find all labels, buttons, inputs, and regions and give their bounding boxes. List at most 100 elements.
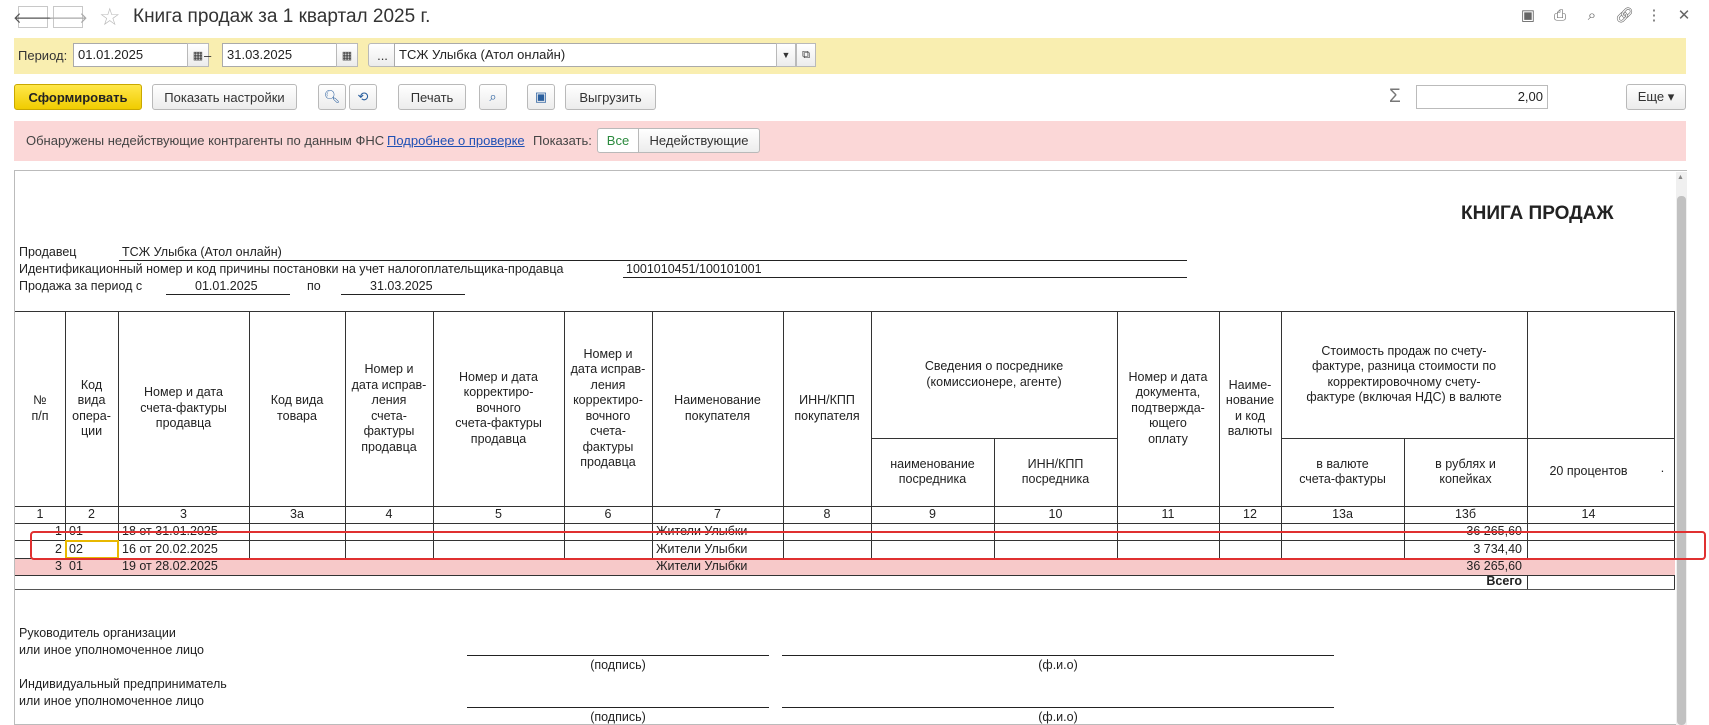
- calendar-to-button[interactable]: ▦: [336, 43, 358, 67]
- forward-button[interactable]: 🡒: [48, 6, 88, 28]
- row-invoice: 19 от 28.02.2025: [122, 559, 218, 573]
- period-to-label: по: [307, 279, 321, 293]
- show-label: Показать:: [533, 133, 592, 148]
- print-preview-button[interactable]: ⌕: [479, 84, 507, 110]
- check-details-link[interactable]: Подробнее о проверке: [387, 133, 525, 148]
- arrow-right-icon: 🡒: [47, 9, 89, 27]
- warning-text: Обнаружены недействующие контрагенты по …: [26, 133, 385, 148]
- sig1-line1: Руководитель организации: [19, 626, 176, 640]
- highlight-annotation: [30, 531, 1706, 560]
- warning-bar: Обнаружены недействующие контрагенты по …: [14, 121, 1686, 161]
- sig2-line2: или иное уполномоченное лицо: [19, 694, 205, 708]
- date-to-input[interactable]: 31.03.2025: [222, 43, 338, 67]
- col-header-adjustment: Номер и дата корректиро- вочного счета-ф…: [455, 369, 542, 446]
- col-header-20-percent: 20 процентов: [1549, 464, 1628, 479]
- period-select-button[interactable]: ...: [368, 43, 397, 67]
- col-header-intermediary: Сведения о посреднике (комиссионере, аге…: [924, 359, 1064, 389]
- col-header-goods-code: Код вида товара: [270, 393, 324, 423]
- save-icon[interactable]: ▣: [1519, 7, 1537, 25]
- col-number: 2: [88, 506, 95, 521]
- search-icon: 🔍︎: [323, 89, 341, 104]
- organization-select[interactable]: ТСЖ Улыбка (Атол онлайн): [394, 43, 778, 67]
- back-button[interactable]: 🡐: [13, 6, 53, 28]
- scrollbar-thumb[interactable]: [1677, 196, 1686, 725]
- favorite-star-icon[interactable]: ☆: [99, 3, 121, 32]
- col-header-in-currency: в валюте счета-фактуры: [1299, 456, 1386, 487]
- period-to: 31.03.2025: [370, 279, 433, 293]
- calendar-icon: ▦: [341, 49, 353, 62]
- search-button[interactable]: 🔍︎: [318, 84, 346, 110]
- sum-field: 2,00: [1416, 85, 1548, 109]
- col-number: 4: [385, 506, 393, 521]
- seller-name: ТСЖ Улыбка (Атол онлайн): [122, 245, 282, 259]
- open-icon: ⧉: [802, 48, 810, 61]
- sign-label: (подпись): [590, 658, 646, 672]
- chevron-down-icon: ▼: [781, 50, 791, 60]
- calendar-icon: ▦: [192, 49, 204, 62]
- col-header-intermediary-name: наименование посредника: [890, 456, 975, 487]
- export-button[interactable]: Выгрузить: [565, 84, 656, 110]
- show-settings-button[interactable]: Показать настройки: [152, 84, 297, 110]
- seller-inn: 1001010451/100101001: [626, 262, 762, 276]
- row-buyer: Жители Улыбки: [656, 559, 748, 573]
- report-sheet: КНИГА ПРОДАЖ Продавец ТСЖ Улыбка (Атол о…: [14, 170, 1687, 725]
- col-number: 13а: [1332, 506, 1353, 521]
- col-number: 6: [604, 506, 612, 521]
- sig2-line1: Индивидуальный предприниматель: [19, 677, 227, 691]
- more-button[interactable]: Еще ▾: [1626, 84, 1686, 110]
- report-title: КНИГА ПРОДАЖ: [1461, 203, 1614, 224]
- fio-label: (ф.и.о): [1038, 710, 1078, 724]
- preview-icon[interactable]: ⌕: [1583, 7, 1601, 25]
- col-number: 1: [36, 506, 44, 521]
- row-number: 3: [55, 559, 62, 573]
- sigma-icon: Σ: [1389, 86, 1401, 107]
- col-number: 10: [1048, 506, 1063, 521]
- window-title: Книга продаж за 1 квартал 2025 г.: [133, 6, 431, 27]
- link-icon[interactable]: 🔗︎: [1615, 7, 1634, 25]
- sign-label: (подпись): [590, 710, 646, 724]
- period-dash: –: [204, 48, 212, 63]
- col-number: 3: [180, 506, 187, 521]
- filter-inactive-button[interactable]: Недействующие: [638, 128, 760, 153]
- col-number: 5: [495, 506, 502, 521]
- generate-button[interactable]: Сформировать: [14, 84, 142, 110]
- date-from-input[interactable]: 01.01.2025: [73, 43, 189, 67]
- col-number: 8: [823, 506, 831, 521]
- period-label: Период:: [18, 48, 68, 63]
- org-dropdown-button[interactable]: ▼: [776, 43, 796, 67]
- col-header-buyer: Наименование покупателя: [674, 393, 761, 423]
- col-header-payment-doc: Номер и дата документа, подтвержда- ющег…: [1128, 369, 1208, 446]
- col-header-invoice: Номер и дата счета-фактуры продавца: [140, 385, 227, 431]
- col-number: 13б: [1454, 506, 1477, 521]
- sig1-line2: или иное уполномоченное лицо: [19, 643, 205, 657]
- title-bar: 🡐 🡒 ☆ Книга продаж за 1 квартал 2025 г. …: [0, 0, 1709, 34]
- period-from: 01.01.2025: [195, 279, 258, 293]
- col-header-sales-cost: Стоимость продаж по счету- фактуре, разн…: [1306, 343, 1502, 405]
- inn-label: Идентификационный номер и код причины по…: [19, 262, 564, 276]
- col-header-in-rubles: в рублях и копейках: [1435, 456, 1496, 487]
- print-icon[interactable]: ⎙: [1551, 7, 1569, 25]
- col-header-currency: Наиме- нование и код валюты: [1225, 377, 1275, 439]
- row-op-code: 01: [69, 559, 83, 573]
- col-number: 3а: [290, 506, 304, 521]
- preview-icon: ⌕: [489, 89, 497, 104]
- close-icon[interactable]: ✕: [1675, 7, 1693, 25]
- period-label: Продажа за период с: [19, 279, 143, 293]
- print-button[interactable]: Печать: [398, 84, 466, 110]
- filter-bar: Период: 01.01.2025 ▦ – 31.03.2025 ▦ ... …: [14, 38, 1686, 74]
- col-header-correction: Номер и дата исправ- ления счета- фактур…: [351, 362, 427, 454]
- col-number: 7: [714, 506, 721, 521]
- scroll-up-icon[interactable]: ▲: [1677, 174, 1684, 181]
- floppy-icon: ▣: [534, 89, 548, 104]
- col-header-op-code: Код вида опера- ции: [72, 377, 111, 439]
- search-settings-button[interactable]: ⟲: [349, 84, 377, 110]
- filter-all-button[interactable]: Все: [597, 128, 639, 153]
- col-header-number: № п/п: [31, 393, 49, 423]
- save-button[interactable]: ▣: [527, 84, 555, 110]
- col-number: 9: [929, 506, 936, 521]
- menu-dots-icon[interactable]: ⋮: [1645, 7, 1663, 25]
- col-number: 14: [1581, 506, 1596, 521]
- col-number: 11: [1161, 506, 1175, 521]
- org-open-button[interactable]: ⧉: [796, 43, 816, 67]
- col-header-intermediary-inn: ИНН/КПП посредника: [1021, 456, 1090, 487]
